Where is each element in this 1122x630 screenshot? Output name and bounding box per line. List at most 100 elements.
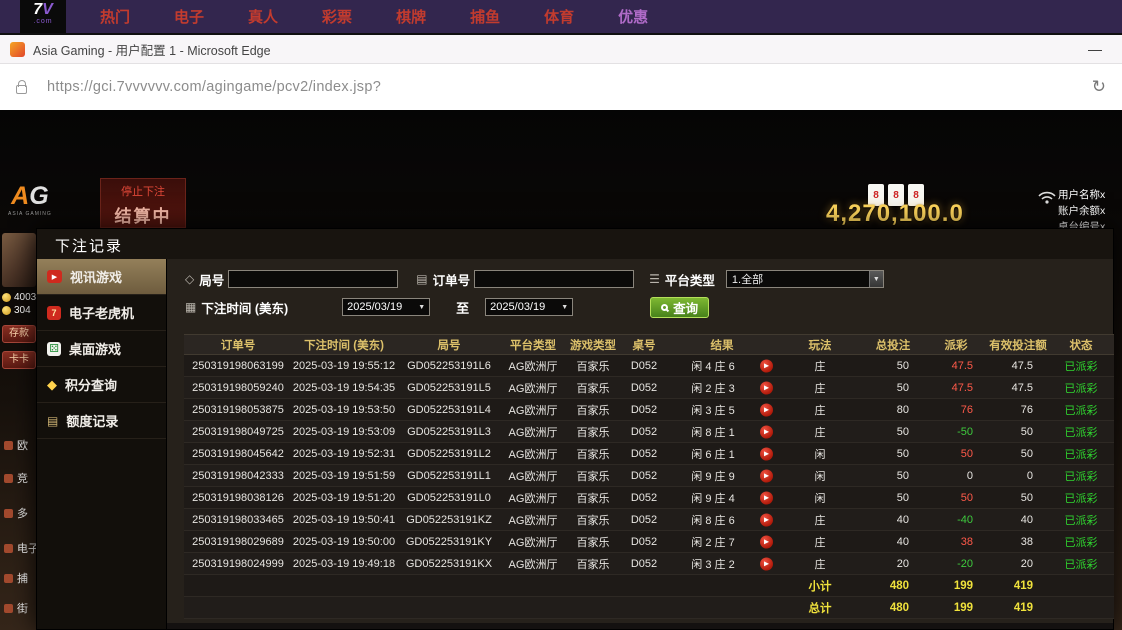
payout-cell: 0 bbox=[924, 465, 988, 487]
platform-icon: ☰ bbox=[649, 272, 660, 286]
column-header: 派彩 bbox=[924, 335, 988, 355]
status-cell: 已派彩 bbox=[1048, 531, 1114, 553]
play-type-cell: 庄 bbox=[778, 355, 862, 377]
nav-item[interactable]: 真人 bbox=[248, 6, 278, 27]
play-video-icon[interactable]: ▶ bbox=[760, 535, 773, 548]
balance-value: 4003 bbox=[14, 292, 36, 303]
platform-cell: AG欧洲厅 bbox=[502, 355, 564, 377]
total-bet-cell: 80 bbox=[862, 399, 924, 421]
refresh-icon[interactable]: ↻ bbox=[1092, 77, 1106, 97]
column-header: 平台类型 bbox=[502, 335, 564, 355]
platform-select[interactable]: 1.全部 ▼ bbox=[726, 270, 884, 288]
nav-item[interactable]: 优惠 bbox=[618, 6, 648, 27]
column-header: 游戏类型 bbox=[564, 335, 622, 355]
menu-item[interactable]: 额度记录 bbox=[37, 403, 166, 439]
table-cell: D052 bbox=[622, 443, 666, 465]
result-cell: 闲 8 庄 1▶ bbox=[666, 421, 778, 443]
round-cell: GD052253191L3 bbox=[396, 421, 502, 443]
result-cell: 闲 9 庄 9▶ bbox=[666, 465, 778, 487]
order-cell: 250319198063199 bbox=[184, 355, 292, 377]
valid-bet-cell: 0 bbox=[988, 465, 1048, 487]
play-video-icon[interactable]: ▶ bbox=[760, 359, 773, 372]
search-button[interactable]: 查询 bbox=[650, 297, 709, 318]
nav-item[interactable]: 彩票 bbox=[322, 6, 352, 27]
round-input[interactable] bbox=[228, 270, 398, 288]
play-video-icon[interactable]: ▶ bbox=[760, 447, 773, 460]
play-video-icon[interactable]: ▶ bbox=[760, 381, 773, 394]
search-icon bbox=[661, 304, 668, 311]
menu-item[interactable]: 视讯游戏 bbox=[37, 259, 166, 295]
sum-label: 总计 bbox=[778, 597, 862, 619]
nav-item[interactable]: 热门 bbox=[100, 6, 130, 27]
menu-item[interactable]: 积分查询 bbox=[37, 367, 166, 403]
screen: 7V .com 热门电子真人彩票棋牌捕鱼体育优惠 Asia Gaming - 用… bbox=[0, 0, 1122, 630]
payout-cell: 47.5 bbox=[924, 377, 988, 399]
url-text[interactable]: https://gci.7vvvvvv.com/agingame/pcv2/in… bbox=[47, 79, 381, 95]
coin-icon bbox=[2, 306, 11, 315]
payout-cell: 76 bbox=[924, 399, 988, 421]
strip-button[interactable]: 存款 bbox=[2, 325, 36, 343]
page-content: AG ASIA GAMING 停止下注 结算中 888 4,270,100.0 … bbox=[0, 110, 1122, 630]
strip-menu-item[interactable]: 街 bbox=[4, 600, 28, 616]
platform-cell: AG欧洲厅 bbox=[502, 531, 564, 553]
play-video-icon[interactable]: ▶ bbox=[760, 425, 773, 438]
order-input[interactable] bbox=[474, 270, 634, 288]
round-cell: GD052253191KZ bbox=[396, 509, 502, 531]
game-cell: 百家乐 bbox=[564, 553, 622, 575]
balance-row: 304 bbox=[0, 304, 40, 317]
slot-icon bbox=[47, 306, 61, 320]
play-video-icon[interactable]: ▶ bbox=[760, 469, 773, 482]
date-from-picker[interactable]: 2025/03/19▼ bbox=[342, 298, 430, 316]
menu-item-label: 额度记录 bbox=[66, 411, 118, 430]
menu-item[interactable]: 桌面游戏 bbox=[37, 331, 166, 367]
strip-menu-item[interactable]: 多 bbox=[4, 505, 28, 521]
strip-menu-item[interactable]: 欧 bbox=[4, 437, 28, 453]
bullet-icon bbox=[4, 441, 13, 450]
result-cell: 闲 3 庄 5▶ bbox=[666, 399, 778, 421]
game-cell: 百家乐 bbox=[564, 355, 622, 377]
calendar-icon: ▦ bbox=[185, 300, 196, 314]
strip-menu-item[interactable]: 竞 bbox=[4, 470, 28, 486]
nav-item[interactable]: 棋牌 bbox=[396, 6, 426, 27]
strip-buttons: 存款卡卡 bbox=[0, 325, 40, 369]
balance-amount: 4,270,100.0 bbox=[826, 200, 964, 228]
table-cell: D052 bbox=[622, 531, 666, 553]
menu-item-label: 电子老虎机 bbox=[69, 303, 134, 322]
bet-table-body: 2503191980631992025-03-19 19:55:12GD0522… bbox=[184, 355, 1114, 619]
nav-item[interactable]: 捕鱼 bbox=[470, 6, 500, 27]
nav-item[interactable]: 电子 bbox=[174, 6, 204, 27]
video-icon bbox=[47, 270, 62, 283]
play-video-icon[interactable]: ▶ bbox=[760, 491, 773, 504]
nav-item[interactable]: 体育 bbox=[544, 6, 574, 27]
avatar[interactable] bbox=[2, 233, 36, 287]
game-cell: 百家乐 bbox=[564, 377, 622, 399]
play-video-icon[interactable]: ▶ bbox=[760, 403, 773, 416]
platform-select-value: 1.全部 bbox=[727, 271, 869, 287]
chevron-down-icon[interactable]: ▼ bbox=[869, 271, 883, 287]
play-video-icon[interactable]: ▶ bbox=[760, 557, 773, 570]
valid-bet-cell: 50 bbox=[988, 421, 1048, 443]
column-header: 有效投注额 bbox=[988, 335, 1048, 355]
play-video-icon[interactable]: ▶ bbox=[760, 513, 773, 526]
play-type-cell: 闲 bbox=[778, 465, 862, 487]
strip-item-label: 多 bbox=[17, 505, 28, 521]
order-cell: 250319198059240 bbox=[184, 377, 292, 399]
column-header: 下注时间 (美东) bbox=[292, 335, 396, 355]
site-logo[interactable]: 7V .com bbox=[20, 0, 66, 33]
result-text: 闲 6 庄 1 bbox=[691, 449, 734, 461]
filter-row-1: ◇局号 ▤订单号 ☰平台类型 1.全部 ▼ bbox=[185, 267, 1105, 291]
balance-row: 4003 bbox=[0, 291, 40, 304]
strip-menu-item[interactable]: 捕 bbox=[4, 570, 28, 586]
menu-item[interactable]: 电子老虎机 bbox=[37, 295, 166, 331]
strip-button[interactable]: 卡卡 bbox=[2, 351, 36, 369]
sum-label: 小计 bbox=[778, 575, 862, 597]
minimize-button[interactable]: — bbox=[1078, 41, 1112, 57]
order-cell: 250319198045642 bbox=[184, 443, 292, 465]
strip-menu-item[interactable]: 电子 bbox=[4, 540, 39, 556]
chevron-down-icon: ▼ bbox=[418, 304, 425, 311]
menu-item-label: 积分查询 bbox=[65, 375, 117, 394]
platform-cell: AG欧洲厅 bbox=[502, 443, 564, 465]
date-to-picker[interactable]: 2025/03/19▼ bbox=[485, 298, 573, 316]
status-cell: 已派彩 bbox=[1048, 509, 1114, 531]
game-cell: 百家乐 bbox=[564, 531, 622, 553]
